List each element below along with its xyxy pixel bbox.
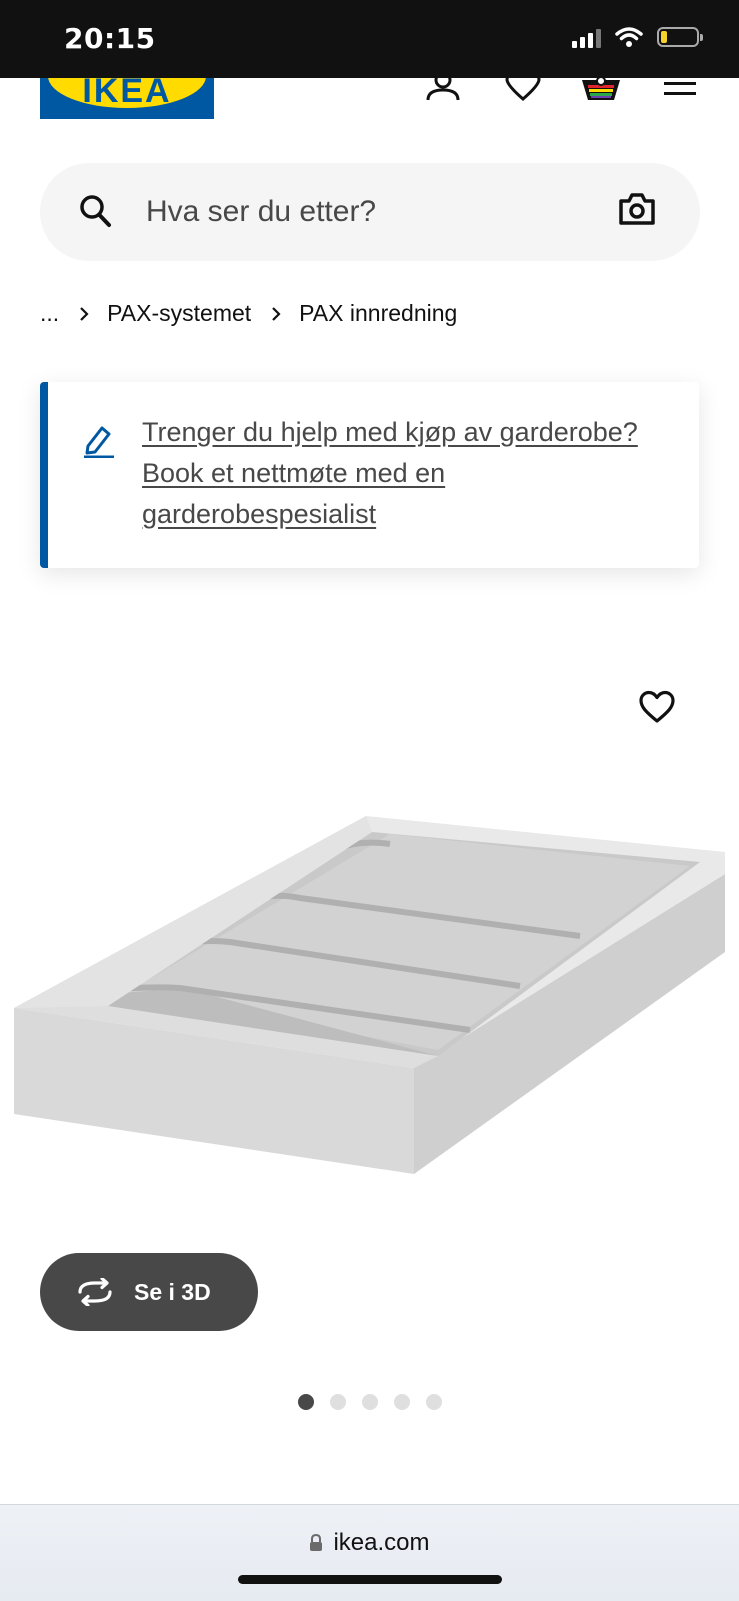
search-input[interactable]: Hva ser du etter? (146, 195, 376, 229)
account-icon[interactable] (424, 78, 462, 102)
menu-icon[interactable] (664, 78, 696, 102)
book-meeting-link[interactable]: Trenger du hjelp med kjøp av garderobe? … (142, 412, 682, 535)
battery-icon (657, 27, 703, 47)
cellular-signal-icon (572, 26, 601, 48)
status-time: 20:15 (64, 22, 156, 55)
ikea-logo[interactable]: IKEA (40, 78, 214, 119)
search-icon (80, 195, 111, 227)
search-bar[interactable]: Hva ser du etter? (40, 163, 700, 261)
breadcrumb: ... PAX-systemet PAX innredning (40, 300, 457, 327)
home-indicator[interactable] (238, 1575, 502, 1584)
site-header: IKEA (0, 78, 739, 138)
status-bar: 20:15 (0, 0, 739, 78)
rotate-3d-icon (78, 1278, 112, 1306)
status-icons (572, 26, 703, 48)
chevron-right-icon (79, 306, 89, 322)
view-in-3d-label: Se i 3D (134, 1278, 211, 1305)
logo-text: IKEA (82, 78, 172, 110)
camera-search-icon[interactable] (618, 192, 656, 226)
url-text[interactable]: ikea.com (333, 1529, 429, 1557)
carousel-dot-3[interactable] (362, 1394, 378, 1410)
breadcrumb-link-pax-systemet[interactable]: PAX-systemet (107, 300, 251, 327)
wifi-icon (615, 27, 643, 47)
carousel-dot-4[interactable] (394, 1394, 410, 1410)
add-to-favourites-icon[interactable] (638, 690, 676, 724)
shopping-bag-icon[interactable] (580, 78, 622, 102)
lock-icon (310, 1534, 323, 1551)
carousel-dot-1[interactable] (298, 1394, 314, 1410)
product-image[interactable] (0, 810, 739, 1180)
favourites-icon[interactable] (504, 78, 542, 102)
wardrobe-help-banner: Trenger du hjelp med kjøp av garderobe? … (40, 382, 699, 568)
breadcrumb-ellipsis[interactable]: ... (40, 300, 59, 327)
view-in-3d-button[interactable]: Se i 3D (40, 1253, 258, 1331)
pencil-icon (84, 426, 114, 458)
carousel-dot-2[interactable] (330, 1394, 346, 1410)
chevron-right-icon (271, 306, 281, 322)
browser-address-bar[interactable]: ikea.com (0, 1504, 739, 1601)
image-carousel-dots (298, 1394, 442, 1410)
breadcrumb-link-pax-innredning[interactable]: PAX innredning (299, 300, 457, 327)
carousel-dot-5[interactable] (426, 1394, 442, 1410)
